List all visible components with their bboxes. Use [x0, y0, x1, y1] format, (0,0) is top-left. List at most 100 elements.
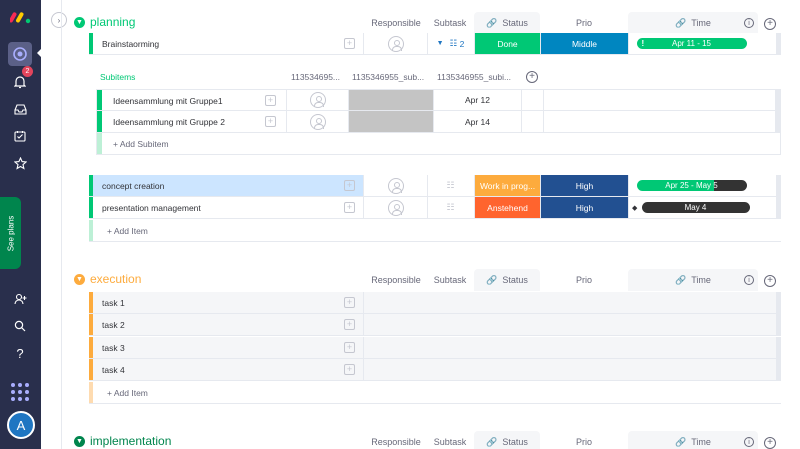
subtask-cell[interactable]: ☷: [427, 197, 473, 218]
table-row[interactable]: presentation management + ☷ Anstehend Hi…: [89, 197, 781, 219]
item-name[interactable]: Brainstaorming: [102, 39, 159, 49]
info-icon[interactable]: i: [744, 18, 754, 28]
star-icon[interactable]: [8, 151, 32, 175]
search-icon[interactable]: [8, 314, 32, 338]
subitem-name[interactable]: Ideensammlung mit Gruppe 2: [113, 117, 225, 127]
add-subitem-row[interactable]: + Add Subitem: [96, 133, 781, 155]
info-icon[interactable]: i: [744, 437, 754, 447]
invite-icon[interactable]: [8, 287, 32, 311]
chevron-down-icon[interactable]: ▼: [74, 436, 85, 447]
column-header-subtask[interactable]: Subtask: [428, 431, 472, 449]
column-header-time[interactable]: 🔗 Time i: [628, 431, 758, 449]
item-name[interactable]: task 2: [102, 320, 125, 330]
empty-status-cell[interactable]: [348, 90, 433, 110]
item-name[interactable]: concept creation: [102, 181, 164, 191]
column-header-status[interactable]: 🔗 Status: [474, 12, 540, 34]
column-header-time[interactable]: 🔗 Time i: [628, 12, 758, 34]
add-update-icon[interactable]: +: [344, 342, 355, 353]
responsible-cell[interactable]: [363, 33, 427, 54]
responsible-cell[interactable]: [363, 175, 427, 196]
add-update-icon[interactable]: +: [344, 364, 355, 375]
collapse-panel-button[interactable]: ›: [51, 12, 67, 28]
help-icon[interactable]: ?: [8, 341, 32, 365]
column-header-prio[interactable]: Prio: [540, 12, 628, 34]
add-update-icon[interactable]: +: [344, 297, 355, 308]
group-title[interactable]: execution: [90, 272, 141, 286]
responsible-cell[interactable]: [363, 197, 427, 218]
time-cell[interactable]: ◆ May 4: [628, 197, 754, 218]
status-cell[interactable]: Work in prog...: [474, 175, 540, 196]
work-management-icon[interactable]: [8, 42, 32, 66]
add-update-icon[interactable]: +: [344, 319, 355, 330]
inbox-icon[interactable]: [8, 97, 32, 121]
subitem-row[interactable]: Ideensammlung mit Gruppe1 + Apr 12: [96, 89, 781, 111]
subtask-cell[interactable]: ▼ ☷ 2: [427, 33, 473, 54]
add-subitem-column-button[interactable]: +: [526, 71, 538, 83]
add-item-row[interactable]: + Add Item: [89, 382, 781, 404]
prio-cell[interactable]: High: [540, 175, 628, 196]
column-header-responsible[interactable]: Responsible: [364, 269, 428, 291]
see-plans-button[interactable]: See plans: [0, 197, 21, 269]
column-header-status[interactable]: 🔗 Status: [474, 269, 540, 291]
add-update-icon[interactable]: +: [344, 180, 355, 191]
add-column-button[interactable]: +: [764, 18, 776, 30]
item-name[interactable]: task 1: [102, 298, 125, 308]
time-cell[interactable]: ! Apr 11 - 15: [628, 33, 754, 54]
subtask-cell[interactable]: ☷: [427, 175, 473, 196]
table-row[interactable]: task 4 +: [89, 359, 781, 381]
subitem-name[interactable]: Ideensammlung mit Gruppe1: [113, 96, 223, 106]
prio-cell[interactable]: Middle: [540, 33, 628, 54]
responsible-cell[interactable]: [286, 90, 348, 110]
item-name[interactable]: task 3: [102, 343, 125, 353]
subitems-column-2[interactable]: 1135346955_sub...: [352, 72, 424, 82]
table-row[interactable]: task 2 +: [89, 314, 781, 336]
table-row[interactable]: task 3 +: [89, 337, 781, 359]
column-header-prio[interactable]: Prio: [540, 431, 628, 449]
empty-cell[interactable]: [521, 111, 543, 132]
item-name[interactable]: task 4: [102, 365, 125, 375]
add-item-row[interactable]: + Add Item: [89, 220, 781, 242]
item-name[interactable]: presentation management: [102, 203, 201, 213]
column-header-time[interactable]: 🔗 Time i: [628, 269, 758, 291]
add-item-label[interactable]: + Add Item: [107, 388, 148, 398]
table-row[interactable]: concept creation + ☷ Work in prog... Hig…: [89, 175, 781, 197]
column-header-subtask[interactable]: Subtask: [428, 12, 472, 34]
chevron-down-icon[interactable]: ▼: [74, 17, 85, 28]
table-row[interactable]: Brainstaorming + ▼ ☷ 2 Done Middle ! Apr …: [89, 33, 781, 55]
column-header-responsible[interactable]: Responsible: [364, 12, 428, 34]
my-work-icon[interactable]: [8, 124, 32, 148]
table-row[interactable]: task 1 +: [89, 292, 781, 314]
group-title[interactable]: implementation: [90, 434, 171, 448]
subitems-column-1[interactable]: 113534695...: [291, 72, 340, 82]
chevron-down-icon[interactable]: ▼: [74, 274, 85, 285]
info-icon[interactable]: i: [744, 275, 754, 285]
group-title[interactable]: planning: [90, 15, 135, 29]
column-header-prio[interactable]: Prio: [540, 269, 628, 291]
add-subitem-label[interactable]: + Add Subitem: [113, 139, 169, 149]
subitem-row[interactable]: Ideensammlung mit Gruppe 2 + Apr 14: [96, 111, 781, 133]
responsible-cell[interactable]: [286, 111, 348, 132]
add-update-icon[interactable]: +: [265, 95, 276, 106]
add-update-icon[interactable]: +: [344, 38, 355, 49]
apps-grid-icon[interactable]: [11, 383, 29, 401]
add-update-icon[interactable]: +: [344, 202, 355, 213]
avatar[interactable]: A: [7, 411, 35, 439]
prio-cell[interactable]: High: [540, 197, 628, 218]
empty-status-cell[interactable]: [348, 111, 433, 132]
add-column-button[interactable]: +: [764, 275, 776, 287]
monday-logo[interactable]: [10, 10, 32, 24]
add-update-icon[interactable]: +: [265, 116, 276, 127]
column-header-responsible[interactable]: Responsible: [364, 431, 428, 449]
subitems-column-3[interactable]: 1135346955_subi...: [437, 72, 511, 82]
person-icon: [387, 177, 404, 194]
empty-cell[interactable]: [521, 90, 543, 110]
add-item-label[interactable]: + Add Item: [107, 226, 148, 236]
column-header-subtask[interactable]: Subtask: [428, 269, 472, 291]
time-cell[interactable]: Apr 25 - May 5: [628, 175, 754, 196]
column-header-status[interactable]: 🔗 Status: [474, 431, 540, 449]
date-cell[interactable]: Apr 14: [433, 111, 521, 132]
add-column-button[interactable]: +: [764, 437, 776, 449]
status-cell[interactable]: Done: [474, 33, 540, 54]
date-cell[interactable]: Apr 12: [433, 90, 521, 110]
status-cell[interactable]: Anstehend: [474, 197, 540, 218]
